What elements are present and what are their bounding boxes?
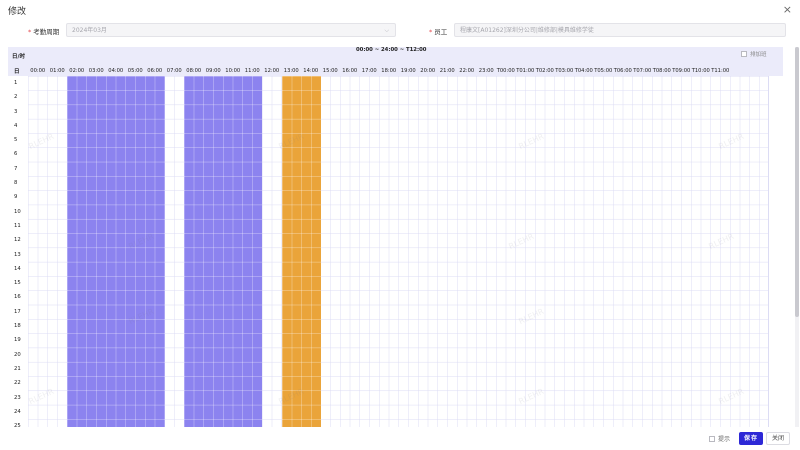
hour-header-cell: 20:00 (420, 68, 436, 74)
hour-header-cell: 14:00 (303, 68, 319, 74)
day-label: 15 (14, 280, 21, 287)
employee-value: 程康文[A01262]深圳分公司|维修部|模具维修学徒 (460, 27, 594, 34)
day-label: 25 (14, 423, 21, 427)
hour-header-cell: 07:00 (166, 68, 182, 74)
day-label: 20 (14, 351, 21, 358)
hour-header-cell: 22:00 (459, 68, 475, 74)
day-label: 14 (14, 265, 21, 272)
form-row: * 考勤周期 2024年03月 ⌵ * 员工 程康文[A01262]深圳分公司|维修… (0, 23, 800, 39)
day-label: 9 (14, 194, 18, 201)
hour-header-cell: 23:00 (478, 68, 494, 74)
hint-label: 提示 (718, 436, 731, 443)
schedule-grid[interactable] (28, 76, 769, 427)
hour-header-cell: 03:00 (88, 68, 104, 74)
hour-header-cell: 21:00 (439, 68, 455, 74)
hour-header-cell: T08:00 (652, 68, 671, 74)
scrollbar[interactable] (795, 47, 799, 427)
day-label: 24 (14, 408, 21, 415)
hour-header-cell: T06:00 (613, 68, 632, 74)
hour-header-cell: 06:00 (147, 68, 163, 74)
day-label: 3 (14, 108, 18, 115)
hour-header-cell: T04:00 (574, 68, 593, 74)
day-label: 19 (14, 337, 21, 344)
employee-label: * 员工 (429, 28, 448, 36)
save-button[interactable]: 保存 (739, 432, 763, 445)
day-label: 13 (14, 251, 21, 258)
day-label: 8 (14, 180, 18, 187)
hour-header-cell: 01:00 (49, 68, 65, 74)
hour-header-cell: 11:00 (244, 68, 260, 74)
dialog-title: 修改 (8, 7, 27, 17)
close-icon[interactable]: × (783, 3, 792, 16)
day-label: 6 (14, 151, 18, 158)
day-label: 7 (14, 165, 18, 172)
scrollbar-thumb[interactable] (795, 47, 799, 317)
shift-band-work-2[interactable] (184, 76, 262, 427)
close-button[interactable]: 关闭 (766, 432, 790, 445)
period-value: 2024年03月 (72, 27, 107, 34)
hour-header-row: 00:00 01:00 02:00 03:00 04:00 05:00 06:00 07:00… (28, 66, 730, 76)
hour-header-cell: 04:00 (108, 68, 124, 74)
hour-header-cell: T05:00 (594, 68, 613, 74)
schedule-header: 日/时 日 00:00 ~ 24:00 ~ T12:00 排加班 00:00 01… (8, 47, 783, 76)
hour-header-cell: T00:00 (496, 68, 515, 74)
hour-header-cell: 00:00 (30, 68, 46, 74)
period-label: * 考勤周期 (28, 28, 60, 36)
hour-header-cell: 15:00 (322, 68, 338, 74)
corner-label-day: 日 (14, 69, 20, 75)
corner-label-top: 日/时 (12, 54, 26, 60)
shift-band-break[interactable] (281, 76, 321, 427)
hour-header-cell: 19:00 (400, 68, 416, 74)
day-label: 11 (14, 222, 21, 229)
hour-header-cell: 05:00 (127, 68, 143, 74)
day-label: 12 (14, 237, 21, 244)
hour-header-cell: 18:00 (381, 68, 397, 74)
schedule-panel: 日/时 日 00:00 ~ 24:00 ~ T12:00 排加班 00:00 01… (8, 47, 783, 427)
day-label: 23 (14, 394, 21, 401)
hour-header-cell: T02:00 (535, 68, 554, 74)
hour-header-cell: T09:00 (672, 68, 691, 74)
day-label: 5 (14, 137, 18, 144)
day-label: 2 (14, 94, 18, 101)
extra-shift-label: 排加班 (750, 52, 767, 58)
hour-header-cell: 10:00 (225, 68, 241, 74)
day-label: 21 (14, 365, 21, 372)
day-label: 22 (14, 380, 21, 387)
hour-header-cell: 09:00 (205, 68, 221, 74)
day-label: 16 (14, 294, 21, 301)
hour-header-cell: 16:00 (342, 68, 358, 74)
day-column: 1 2 3 4 5 6 7 8 9 10 11 12 13 14 15 16 17 18 19 20 21 22 23 24 2… (8, 76, 28, 427)
hour-header-cell: T07:00 (633, 68, 652, 74)
hour-header-cell: 17:00 (361, 68, 377, 74)
day-label: 1 (14, 80, 18, 86)
day-label: 10 (14, 208, 21, 215)
day-label: 17 (14, 308, 21, 315)
shift-band-work-1[interactable] (67, 76, 165, 427)
dialog-footer: 提示 保存 关闭 (0, 430, 800, 448)
hour-header-cell: T11:00 (711, 68, 730, 74)
chevron-down-icon: ⌵ (384, 27, 389, 34)
hour-header-cell: T10:00 (691, 68, 710, 74)
time-range-label: 00:00 ~ 24:00 ~ T12:00 (356, 47, 427, 53)
hint-checkbox[interactable] (709, 436, 715, 442)
day-label: 4 (14, 122, 18, 129)
hour-header-cell: 13:00 (283, 68, 299, 74)
hour-header-cell: 02:00 (69, 68, 85, 74)
hour-header-cell: T03:00 (555, 68, 574, 74)
hour-header-cell: 08:00 (186, 68, 202, 74)
day-label: 18 (14, 323, 21, 330)
hour-header-cell: T01:00 (516, 68, 535, 74)
period-select[interactable]: 2024年03月 ⌵ (66, 23, 396, 37)
extra-shift-checkbox[interactable] (741, 51, 747, 57)
hour-header-cell: 12:00 (264, 68, 280, 74)
employee-field[interactable]: 程康文[A01262]深圳分公司|维修部|模具维修学徒 (454, 23, 786, 37)
